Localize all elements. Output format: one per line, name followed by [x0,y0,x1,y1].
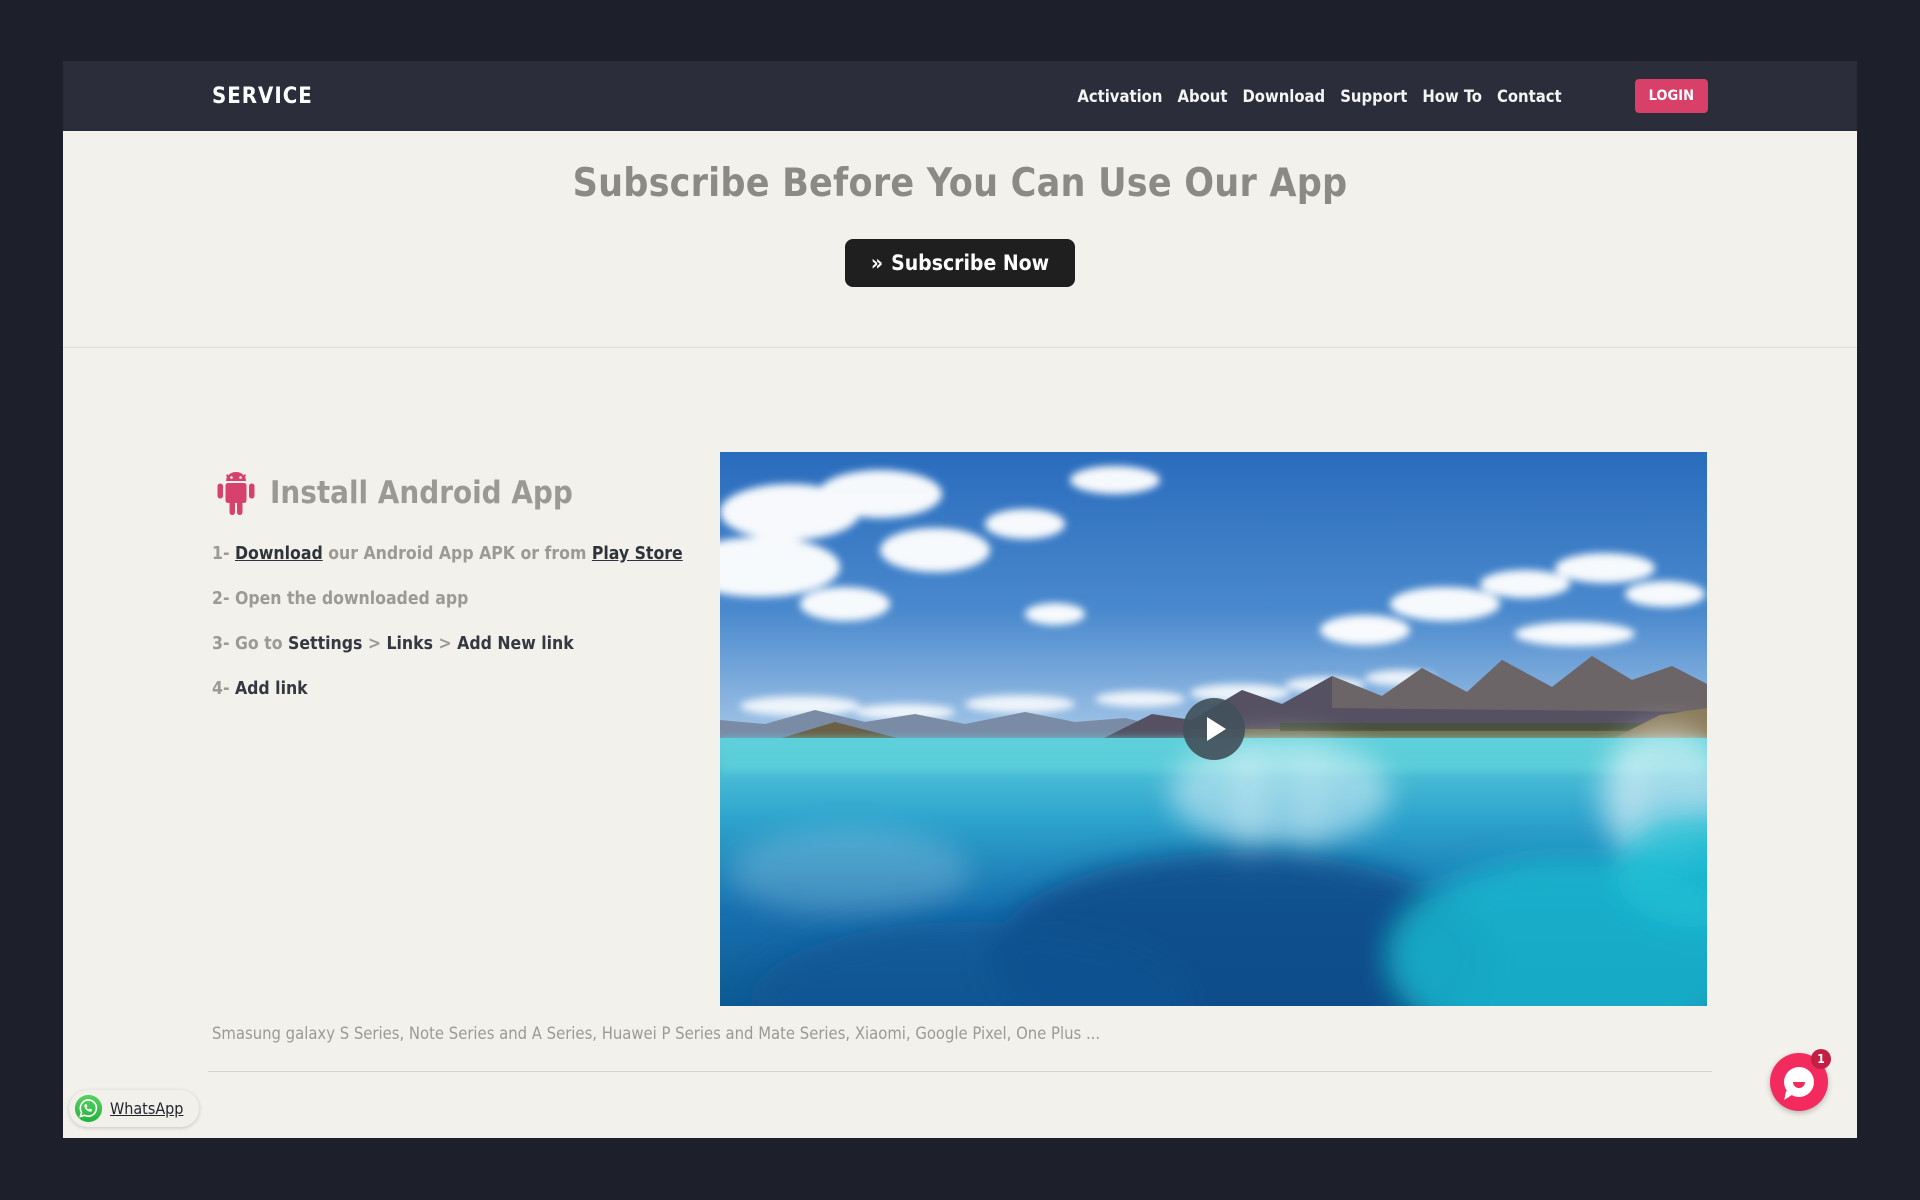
chat-bubble-icon [1784,1067,1814,1097]
step-number: 4- [212,679,235,699]
install-step: 1- Download our Android App APK or from … [212,544,720,564]
step-text: Settings [288,634,362,654]
chat-unread-badge: 1 [1811,1049,1831,1069]
step-text: Links [387,634,433,654]
nav-item-activation[interactable]: Activation [1077,87,1162,106]
install-step: 3- Go to Settings > Links > Add New link [212,634,720,654]
install-title-row: Install Android App [212,468,720,518]
chat-widget-button[interactable]: 1 [1770,1053,1828,1111]
login-button[interactable]: LOGIN [1635,79,1708,113]
page-content: SERVICE Activation About Download Suppor… [63,61,1857,1138]
nav-item-download[interactable]: Download [1242,87,1325,106]
install-step: 2- Open the downloaded app [212,589,720,609]
step-number: 2- [212,589,235,609]
supported-devices-note: Smasung galaxy S Series, Note Series and… [212,1024,1708,1043]
subscribe-button-label: Subscribe Now [891,251,1049,275]
play-button[interactable] [1183,698,1245,760]
site-header: SERVICE Activation About Download Suppor… [63,61,1857,131]
step-number: 3- [212,634,235,654]
step-number: 1- [212,544,235,564]
subscribe-hero: Subscribe Before You Can Use Our App » S… [63,131,1857,348]
nav-item-howto[interactable]: How To [1422,87,1482,106]
install-section-title: Install Android App [270,475,573,511]
chat-smile-icon [1793,1082,1805,1088]
step-link[interactable]: Play Store [592,544,683,564]
whatsapp-label: WhatsApp [110,1099,183,1118]
play-icon [1207,717,1226,741]
double-chevron-icon: » [871,251,881,275]
install-steps: 1- Download our Android App APK or from … [212,544,720,699]
step-text: Go to [235,634,288,654]
step-text: > [362,634,386,654]
step-text: Add New link [457,634,574,654]
main-nav: Activation About Download Support How To… [1077,79,1708,113]
step-link[interactable]: Download [235,544,323,564]
step-text: our Android App APK or from [323,544,592,564]
tutorial-video[interactable] [720,452,1707,1006]
nav-item-support[interactable]: Support [1340,87,1407,106]
nav-item-about[interactable]: About [1177,87,1227,106]
bottom-divider [208,1071,1712,1072]
step-text: Open the downloaded app [235,589,468,609]
install-section: Install Android App 1- Download our Andr… [63,452,1857,1006]
nav-item-contact[interactable]: Contact [1497,87,1562,106]
subscribe-now-button[interactable]: » Subscribe Now [845,239,1075,287]
install-step: 4- Add link [212,679,720,699]
install-instructions: Install Android App 1- Download our Andr… [212,452,720,1006]
whatsapp-link[interactable]: WhatsApp [69,1090,199,1127]
step-text: > [433,634,457,654]
step-text: Add link [235,679,308,699]
whatsapp-icon [74,1094,103,1123]
android-icon [212,468,260,518]
page-title: Subscribe Before You Can Use Our App [63,161,1857,208]
brand-logo[interactable]: SERVICE [212,84,313,109]
